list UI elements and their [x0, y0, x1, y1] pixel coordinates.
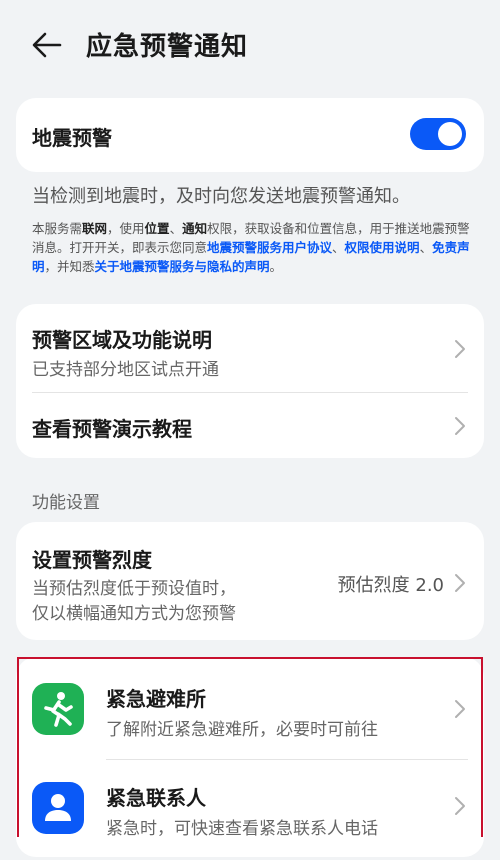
earthquake-description: 当检测到地震时，及时向您发送地震预警通知。 [32, 186, 410, 207]
intensity-value: 预估烈度 2.0 [337, 575, 444, 596]
region-title: 预警区域及功能说明 [32, 328, 212, 352]
chevron-right-icon [455, 340, 465, 358]
earthquake-label: 地震预警 [32, 126, 112, 150]
highlight-frame [17, 657, 483, 837]
tutorial-row[interactable]: 查看预警演示教程 [16, 393, 484, 458]
tutorial-title: 查看预警演示教程 [32, 417, 192, 441]
privacy-statement-link[interactable]: 关于地震预警服务与隐私的声明 [95, 259, 270, 274]
section-header: 功能设置 [32, 493, 100, 513]
intensity-subtitle-line1: 当预估烈度低于预设值时， [32, 579, 236, 599]
toggle-knob [438, 122, 462, 146]
chevron-right-icon [455, 574, 465, 592]
region-row[interactable]: 预警区域及功能说明 已支持部分地区试点开通 [16, 304, 484, 392]
earthquake-card: 地震预警 [16, 98, 484, 172]
intensity-title: 设置预警烈度 [32, 548, 152, 572]
service-notice: 本服务需联网，使用位置、通知权限，获取设备和位置信息，用于推送地震预警消息。打开… [32, 221, 470, 274]
chevron-right-icon [455, 417, 465, 435]
arrow-left-icon[interactable] [30, 28, 64, 62]
header: 应急预警通知 [0, 0, 500, 90]
intensity-card[interactable]: 设置预警烈度 当预估烈度低于预设值时， 仅以横幅通知方式为您预警 预估烈度 2.… [16, 522, 484, 640]
permission-link[interactable]: 权限使用说明 [345, 240, 420, 255]
info-card: 预警区域及功能说明 已支持部分地区试点开通 查看预警演示教程 [16, 304, 484, 458]
earthquake-toggle[interactable] [410, 118, 466, 150]
user-agreement-link[interactable]: 地震预警服务用户协议 [207, 240, 332, 255]
region-subtitle: 已支持部分地区试点开通 [32, 360, 219, 380]
intensity-subtitle-line2: 仅以横幅通知方式为您预警 [32, 604, 236, 624]
page-title: 应急预警通知 [86, 32, 249, 62]
